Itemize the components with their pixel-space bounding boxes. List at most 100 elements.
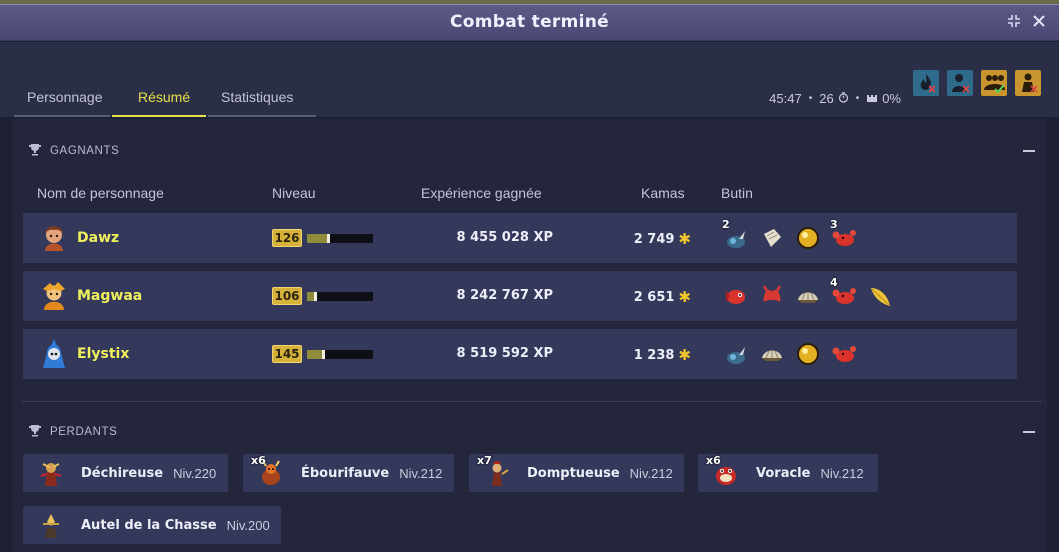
level-badge: 106 [272, 287, 302, 305]
red-crab-icon[interactable]: 3 [830, 218, 858, 252]
loot-list: 4 [722, 276, 894, 310]
winner-row[interactable]: Elystix 145 8 519 592 XP 1 238 ✱ [23, 329, 1017, 379]
monster-name: Ébourifauve [301, 465, 390, 481]
monster-level: Niv.212 [629, 465, 673, 481]
level-badge: 145 [272, 345, 302, 363]
kamas-value: 2 651 [633, 289, 675, 305]
character-name: Dawz [77, 230, 120, 246]
level-progress-bar [307, 350, 373, 359]
loser-item[interactable]: x6 Ébourifauve Niv.212 [243, 454, 454, 492]
losers-header[interactable]: PERDANTS [28, 424, 117, 440]
level-badge: 126 [272, 229, 302, 247]
trophy-icon [28, 143, 42, 159]
level-progress-fill [307, 350, 324, 359]
dark-flame-crossed-icon[interactable] [913, 70, 939, 96]
character-avatar-elystix [37, 337, 71, 371]
losers-title: PERDANTS [50, 426, 118, 438]
title-bar[interactable]: Combat terminé [0, 5, 1059, 41]
kama-icon: ✱ [678, 230, 691, 248]
winner-row[interactable]: Magwaa 106 8 242 767 XP 2 651 ✱ 4 [23, 271, 1017, 321]
kama-icon: ✱ [678, 346, 691, 364]
monster-level: Niv.200 [226, 517, 270, 533]
shell-icon[interactable] [794, 282, 822, 310]
collapse-losers-button[interactable] [1023, 431, 1035, 433]
col-header-loot[interactable]: Butin [721, 185, 753, 201]
monster-voracle-icon: x6 [706, 454, 740, 488]
kamas-gained: 2 651 ✱ [634, 288, 691, 306]
red-claw-icon[interactable] [758, 282, 786, 310]
level-progress-bar [307, 292, 373, 301]
group-checked-icon[interactable] [981, 70, 1007, 96]
fight-duration: 45:47 [769, 91, 802, 106]
loot-quantity: 2 [722, 218, 730, 231]
monster-autel-icon [37, 510, 65, 540]
monster-quantity: x7 [477, 454, 492, 467]
close-icon[interactable] [1030, 14, 1048, 32]
loser-item[interactable]: x7 Domptueuse Niv.212 [469, 454, 684, 492]
fighter-crossed-icon[interactable] [1015, 70, 1041, 96]
tab-underline [14, 115, 110, 117]
bird-tonic-icon[interactable] [722, 340, 750, 368]
monster-name: Autel de la Chasse [81, 517, 217, 533]
tab-personnage[interactable]: Personnage [27, 89, 103, 117]
silhouette-crossed-icon[interactable] [947, 70, 973, 96]
kamas-gained: 1 238 ✱ [634, 346, 691, 364]
feather-icon[interactable] [866, 282, 894, 310]
monster-level: Niv.212 [399, 465, 443, 481]
character-avatar-dawz [37, 221, 71, 255]
monster-dechireuse-icon [37, 458, 65, 488]
tab-underline [208, 115, 316, 117]
loot-quantity: 3 [830, 218, 838, 231]
red-crab-icon[interactable] [830, 340, 858, 368]
tab-underline-active [112, 115, 206, 117]
monster-ebourifauve-icon: x6 [251, 454, 285, 488]
parchment-icon[interactable] [758, 224, 786, 252]
timer-icon [838, 91, 849, 106]
level-progress-fill [307, 292, 317, 301]
bird-tonic-icon[interactable]: 2 [722, 218, 750, 252]
monster-quantity: x6 [251, 454, 266, 467]
monster-level: Niv.212 [820, 465, 864, 481]
red-crab-icon[interactable]: 4 [830, 276, 858, 310]
character-name: Magwaa [77, 288, 143, 304]
monster-quantity: x6 [706, 454, 721, 467]
kamas-value: 2 749 [633, 231, 675, 247]
col-header-level[interactable]: Niveau [272, 185, 316, 201]
loser-item[interactable]: x6 Voracle Niv.212 [698, 454, 878, 492]
col-header-name[interactable]: Nom de personnage [37, 185, 164, 201]
xp-gained: 8 455 028 XP [456, 230, 553, 245]
level-progress-bar [307, 234, 373, 243]
tab-statistiques[interactable]: Statistiques [221, 89, 293, 117]
tab-resume[interactable]: Résumé [138, 89, 190, 117]
collapse-winners-button[interactable] [1023, 150, 1035, 152]
monster-level: Niv.220 [173, 465, 217, 481]
monster-name: Domptueuse [527, 465, 620, 481]
winners-title: GAGNANTS [50, 145, 120, 157]
xp-gained: 8 242 767 XP [456, 288, 553, 303]
section-divider [22, 401, 1042, 402]
progress-value: 0% [882, 91, 901, 106]
monster-name: Voracle [756, 465, 811, 481]
turn-count: 26 [819, 91, 834, 106]
col-header-kamas[interactable]: Kamas [641, 185, 685, 201]
separator: • [808, 93, 813, 104]
winners-header[interactable]: GAGNANTS [28, 143, 119, 159]
loser-item[interactable]: Autel de la Chasse Niv.200 [23, 506, 281, 544]
gold-orb-icon[interactable] [794, 340, 822, 368]
kamas-value: 1 238 [633, 347, 675, 363]
fight-info: 45:47 • 26 • 0% [769, 91, 901, 106]
level-progress-fill [307, 234, 330, 243]
winner-row[interactable]: Dawz 126 8 455 028 XP 2 749 ✱ 2 3 [23, 213, 1017, 263]
window-header: Personnage Résumé Statistiques 45:47 • 2… [0, 42, 1059, 117]
window-title: Combat terminé [450, 12, 609, 32]
kamas-gained: 2 749 ✱ [634, 230, 691, 248]
loser-item[interactable]: Déchireuse Niv.220 [23, 454, 228, 492]
shell-icon[interactable] [758, 340, 786, 368]
monster-name: Déchireuse [81, 465, 164, 481]
col-header-xp[interactable]: Expérience gagnée [421, 185, 542, 201]
restore-icon[interactable] [1005, 14, 1023, 32]
gold-orb-icon[interactable] [794, 224, 822, 252]
red-fish-icon[interactable] [722, 282, 750, 310]
character-avatar-magwaa [37, 279, 71, 313]
summary-panel: GAGNANTS Nom de personnage Niveau Expéri… [12, 119, 1047, 552]
